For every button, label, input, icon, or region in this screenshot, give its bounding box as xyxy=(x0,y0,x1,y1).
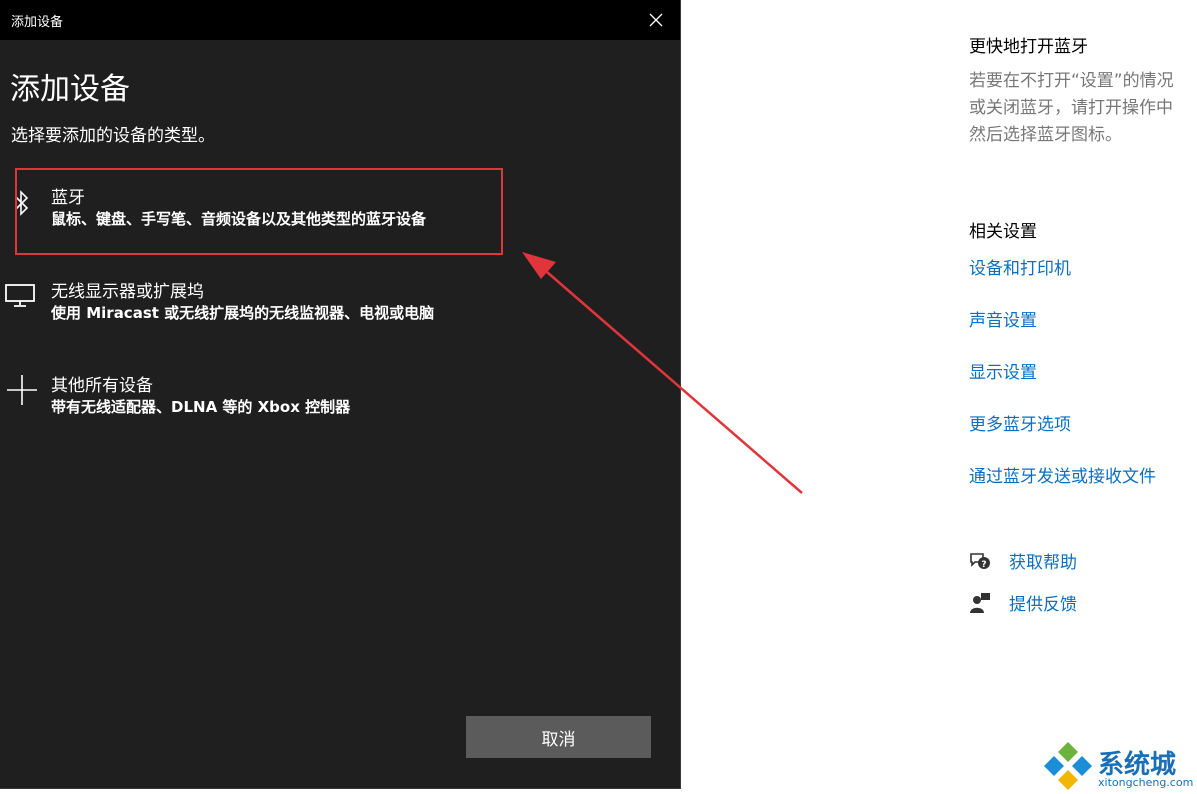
help-chat-icon: ? xyxy=(970,553,990,570)
window-title: 添加设备 xyxy=(11,15,64,30)
device-option-wireless-display[interactable]: 无线显示器或扩展坞 使用 Miracast 或无线扩展坞的无线监视器、电视或电脑 xyxy=(0,277,600,341)
device-option-everything-else[interactable]: 其他所有设备 带有无线适配器、DLNA 等的 Xbox 控制器 xyxy=(0,371,600,435)
watermark-logo: 系统城 xitongcheng.com xyxy=(1042,740,1197,794)
plus-icon xyxy=(6,374,38,406)
link-send-receive-files[interactable]: 通过蓝牙发送或接收文件 xyxy=(969,462,1156,487)
cancel-button[interactable]: 取消 xyxy=(466,716,651,758)
link-more-bluetooth-options[interactable]: 更多蓝牙选项 xyxy=(969,410,1071,435)
quick-bluetooth-line: 若要在不打开“设置”的情况 xyxy=(969,71,1174,91)
settings-side-panel: 更快地打开蓝牙 若要在不打开“设置”的情况 或关闭蓝牙，请打开操作中 然后选择蓝… xyxy=(969,0,1197,794)
title-bar: 添加设备 xyxy=(0,0,680,40)
get-help-label: 获取帮助 xyxy=(1009,553,1077,573)
device-name: 其他所有设备 xyxy=(51,376,153,396)
feedback-person-icon xyxy=(970,593,990,613)
link-devices-and-printers[interactable]: 设备和打印机 xyxy=(969,254,1071,279)
link-display-settings[interactable]: 显示设置 xyxy=(969,358,1037,383)
device-option-bluetooth[interactable]: 蓝牙 鼠标、键盘、手写笔、音频设备以及其他类型的蓝牙设备 xyxy=(0,183,600,247)
give-feedback-label: 提供反馈 xyxy=(1009,595,1077,615)
device-name: 无线显示器或扩展坞 xyxy=(51,282,204,302)
monitor-icon xyxy=(4,279,36,311)
quick-bluetooth-line: 然后选择蓝牙图标。 xyxy=(969,125,1122,145)
bluetooth-icon xyxy=(6,187,38,219)
device-description: 鼠标、键盘、手写笔、音频设备以及其他类型的蓝牙设备 xyxy=(51,210,427,228)
device-name: 蓝牙 xyxy=(51,188,85,208)
device-description: 带有无线适配器、DLNA 等的 Xbox 控制器 xyxy=(51,398,351,416)
device-description: 使用 Miracast 或无线扩展坞的无线监视器、电视或电脑 xyxy=(51,304,435,322)
dialog-heading: 添加设备 xyxy=(10,72,130,107)
close-icon xyxy=(649,13,663,27)
link-sound-settings[interactable]: 声音设置 xyxy=(969,306,1037,331)
watermark-domain: xitongcheng.com xyxy=(1098,776,1194,789)
svg-text:?: ? xyxy=(981,560,986,570)
dialog-subheading: 选择要添加的设备的类型。 xyxy=(11,126,215,146)
quick-bluetooth-heading: 更快地打开蓝牙 xyxy=(969,37,1088,57)
add-device-dialog: 添加设备 添加设备 选择要添加的设备的类型。 蓝牙 鼠标、键盘、手写笔、音频设备… xyxy=(0,0,681,789)
quick-bluetooth-line: 或关闭蓝牙，请打开操作中 xyxy=(969,98,1173,118)
close-button[interactable] xyxy=(644,8,668,32)
quick-bluetooth-text: 若要在不打开“设置”的情况 或关闭蓝牙，请打开操作中 然后选择蓝牙图标。 xyxy=(969,68,1174,149)
related-settings-heading: 相关设置 xyxy=(969,222,1037,242)
diamond-logo-icon xyxy=(1044,742,1092,790)
